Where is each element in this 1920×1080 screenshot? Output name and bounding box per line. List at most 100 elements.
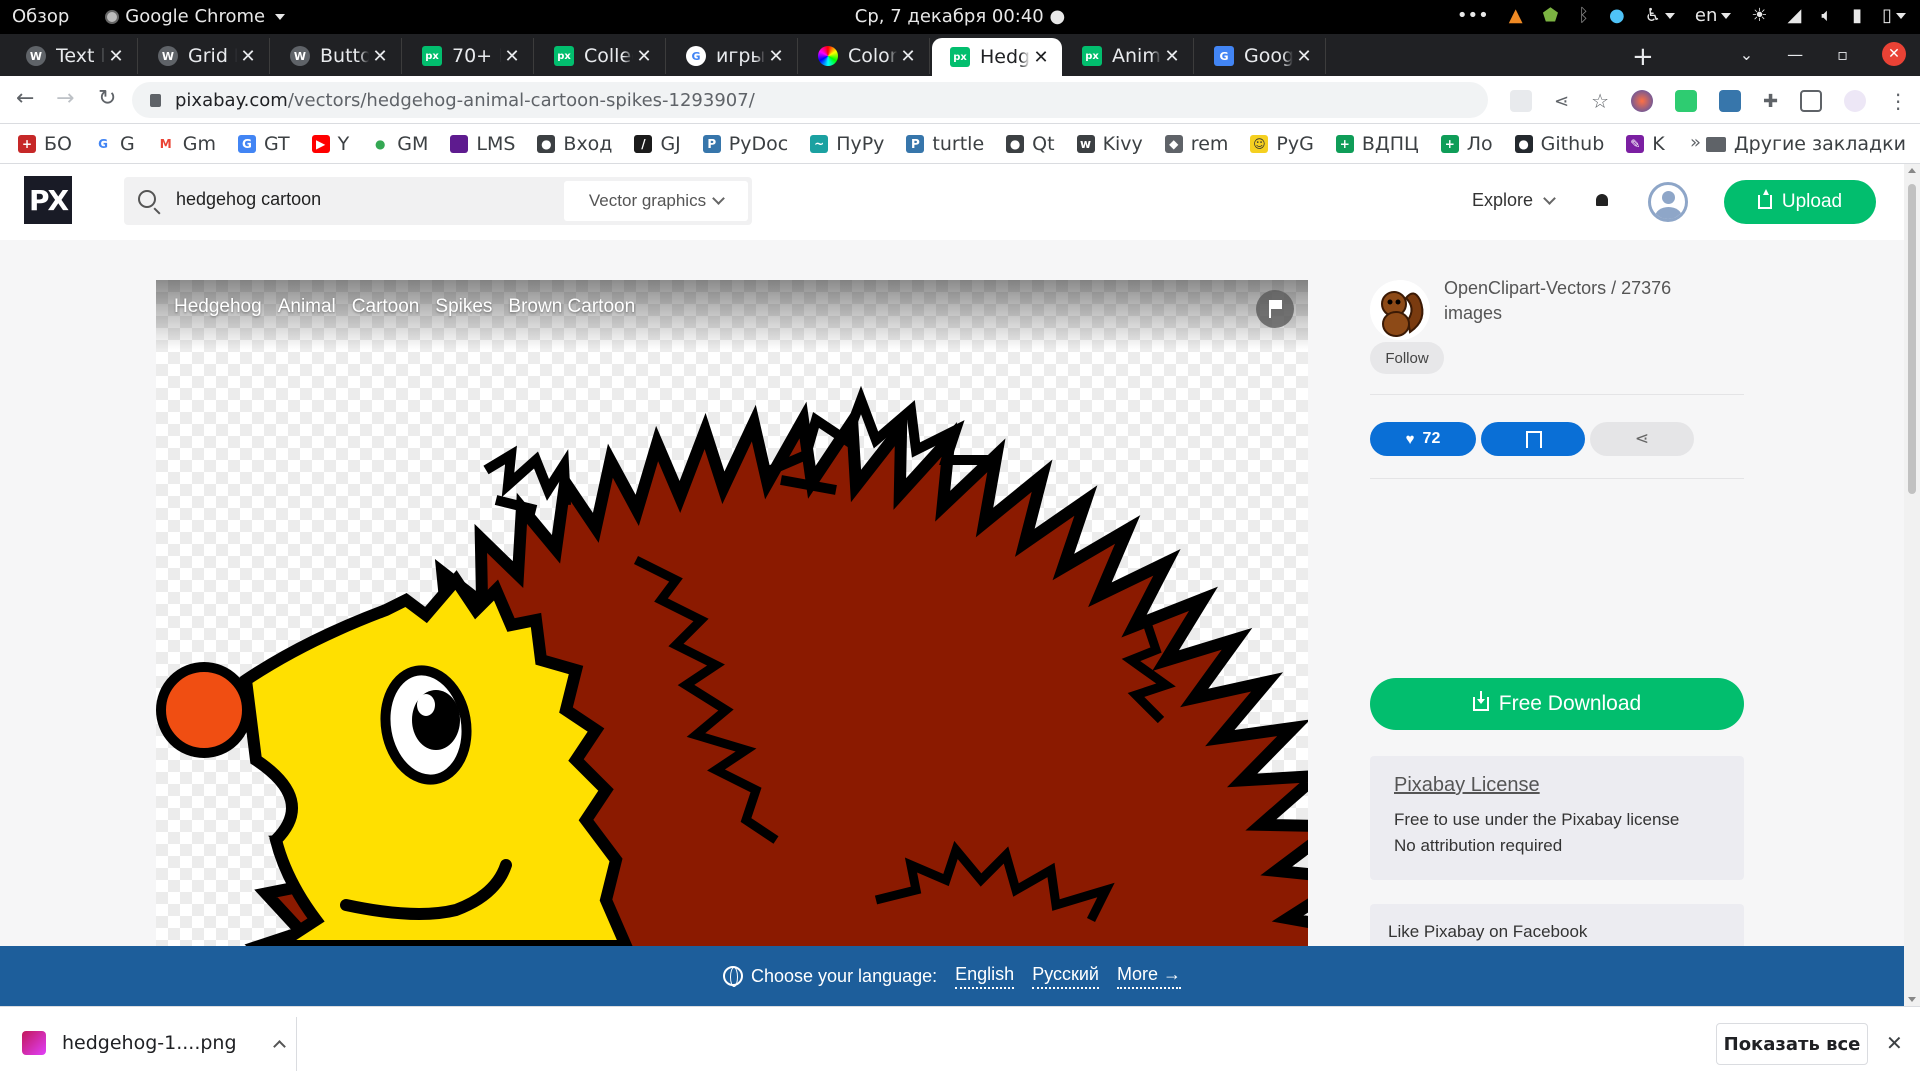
tab-5[interactable]: Gигры для ✕ bbox=[668, 38, 798, 74]
bookmark-item[interactable]: + Ло bbox=[1440, 133, 1493, 155]
bookmark-item[interactable]: ● GM bbox=[371, 133, 428, 155]
explore-menu[interactable]: Explore bbox=[1472, 190, 1556, 211]
bookmark-item[interactable]: ~ ПуPy bbox=[810, 133, 884, 155]
tab-close-icon[interactable]: ✕ bbox=[765, 46, 787, 67]
like-button[interactable]: ♥ 72 bbox=[1370, 422, 1476, 456]
new-tab-button[interactable]: + bbox=[1632, 42, 1654, 72]
tab-3[interactable]: px 70+ Free ✕ bbox=[404, 38, 534, 74]
wifi-icon[interactable]: ◢ bbox=[1788, 5, 1802, 26]
keyboard-layout[interactable]: en bbox=[1695, 5, 1732, 26]
bookmark-item[interactable]: LMS bbox=[450, 133, 515, 155]
update-icon[interactable]: ● bbox=[1609, 5, 1625, 26]
tab-close-icon[interactable]: ✕ bbox=[105, 46, 127, 67]
reload-button[interactable]: ↻ bbox=[98, 86, 116, 111]
bookmark-item[interactable]: M Gm bbox=[156, 133, 216, 155]
tab-close-icon[interactable]: ✕ bbox=[1030, 47, 1052, 68]
tab-4[interactable]: px College C✕ bbox=[536, 38, 666, 74]
tag-link[interactable]: Brown Cartoon bbox=[508, 296, 635, 318]
volume-icon[interactable]: 🔈︎ bbox=[1821, 5, 1832, 26]
tab-close-icon[interactable]: ✕ bbox=[1293, 46, 1315, 67]
tab-2[interactable]: W Button — ✕ bbox=[272, 38, 402, 74]
pixabay-logo[interactable]: PX bbox=[24, 176, 72, 224]
bookmark-item[interactable]: + ВДПЦ bbox=[1335, 133, 1419, 155]
bookmark-item[interactable]: G GT bbox=[237, 133, 290, 155]
bookmark-item[interactable]: ● Github bbox=[1514, 133, 1604, 155]
scroll-up-icon[interactable] bbox=[1908, 168, 1916, 173]
hedgehog-image[interactable]: Hedgehog Animal Cartoon Spikes Brown Cartoon bbox=[156, 280, 1308, 946]
bookmark-button[interactable] bbox=[1481, 422, 1585, 456]
vlc-icon[interactable]: ▲ bbox=[1509, 5, 1523, 26]
battery-icon[interactable]: ▯ bbox=[1882, 5, 1906, 26]
tab-9[interactable]: G Google П✕ bbox=[1196, 38, 1326, 74]
scroll-down-icon[interactable] bbox=[1908, 997, 1916, 1002]
tab-close-icon[interactable]: ✕ bbox=[897, 46, 919, 67]
side-panel-icon[interactable] bbox=[1800, 90, 1823, 112]
bookmark-item[interactable]: P PyDoc bbox=[702, 133, 788, 155]
bookmark-item[interactable]: w Kivy bbox=[1076, 133, 1143, 155]
bookmark-item[interactable]: ☺ PyG bbox=[1250, 133, 1314, 155]
profile-icon[interactable] bbox=[1844, 90, 1867, 112]
show-all-downloads-button[interactable]: Показать все bbox=[1716, 1023, 1868, 1065]
notifications-bell-icon[interactable] bbox=[1596, 194, 1608, 206]
bluetooth-icon[interactable]: ᛒ bbox=[1578, 5, 1589, 26]
page-scrollbar[interactable] bbox=[1904, 164, 1920, 1006]
other-bookmarks-folder[interactable]: Другие закладки bbox=[1705, 133, 1906, 155]
tab-close-icon[interactable]: ✕ bbox=[633, 46, 655, 67]
extensions-puzzle-icon[interactable]: ✚ bbox=[1763, 91, 1778, 112]
language-russian-link[interactable]: Русский bbox=[1032, 964, 1099, 989]
tab-0[interactable]: W Text layout✕ bbox=[8, 38, 138, 74]
search-input[interactable]: hedgehog cartoon bbox=[176, 189, 321, 210]
activities-button[interactable]: Обзор bbox=[12, 6, 69, 27]
bookmark-item[interactable]: ✎ K bbox=[1626, 133, 1665, 155]
microphone-icon[interactable]: ▮ bbox=[1852, 5, 1862, 26]
bookmarks-overflow-button[interactable]: » bbox=[1690, 132, 1701, 153]
lock-icon[interactable] bbox=[150, 93, 161, 107]
tab-1[interactable]: W Grid Layout✕ bbox=[140, 38, 270, 74]
author-name[interactable]: OpenClipart-Vectors / 27376 images bbox=[1444, 276, 1714, 326]
tag-link[interactable]: Hedgehog bbox=[174, 296, 262, 318]
brightness-icon[interactable]: ☀ bbox=[1751, 5, 1767, 26]
tag-link[interactable]: Animal bbox=[278, 296, 336, 318]
tag-link[interactable]: Spikes bbox=[435, 296, 492, 318]
tab-close-icon[interactable]: ✕ bbox=[237, 46, 259, 67]
extension-2-icon[interactable] bbox=[1675, 90, 1698, 112]
search-icon[interactable] bbox=[138, 190, 156, 208]
extension-1-icon[interactable] bbox=[1631, 90, 1654, 112]
free-download-button[interactable]: Free Download bbox=[1370, 678, 1744, 730]
bookmark-item[interactable]: GG bbox=[94, 133, 135, 155]
report-flag-icon[interactable] bbox=[1256, 290, 1294, 328]
tag-link[interactable]: Cartoon bbox=[352, 296, 420, 318]
translate-icon[interactable] bbox=[1510, 90, 1532, 112]
license-link[interactable]: Pixabay License bbox=[1394, 774, 1720, 797]
media-type-select[interactable]: Vector graphics bbox=[564, 181, 748, 221]
accessibility-icon[interactable]: ♿ bbox=[1645, 5, 1675, 26]
tab-close-icon[interactable]: ✕ bbox=[369, 46, 391, 67]
language-english-link[interactable]: English bbox=[955, 964, 1015, 989]
back-button[interactable]: ← bbox=[16, 86, 34, 111]
chevron-up-icon[interactable] bbox=[272, 1039, 286, 1053]
share-button[interactable]: ⋖ bbox=[1590, 422, 1694, 456]
follow-button[interactable]: Follow bbox=[1370, 342, 1444, 374]
bookmark-item[interactable]: ● Вход bbox=[537, 133, 612, 155]
maximize-button[interactable]: ▫ bbox=[1837, 45, 1848, 64]
bookmark-item[interactable]: Pturtle bbox=[906, 133, 984, 155]
bookmark-item[interactable]: ▶ Y bbox=[311, 133, 349, 155]
clock[interactable]: Ср, 7 декабря 00:40 bbox=[855, 6, 1044, 27]
extension-3-icon[interactable] bbox=[1719, 90, 1742, 112]
close-window-button[interactable]: ✕ bbox=[1882, 42, 1906, 66]
close-shelf-icon[interactable]: ✕ bbox=[1886, 1031, 1903, 1055]
forward-button[interactable]: → bbox=[56, 86, 74, 111]
download-item[interactable]: hedgehog-1....png bbox=[22, 1031, 286, 1055]
tab-close-icon[interactable]: ✕ bbox=[1161, 46, 1183, 67]
app-menu[interactable]: Google Chrome bbox=[105, 6, 286, 27]
upload-button[interactable]: Upload bbox=[1724, 180, 1876, 224]
chrome-menu-icon[interactable]: ⋮ bbox=[1888, 89, 1908, 113]
bookmark-item[interactable]: + БО bbox=[18, 133, 72, 155]
minimize-button[interactable]: — bbox=[1787, 45, 1803, 64]
scrollbar-thumb[interactable] bbox=[1908, 184, 1916, 494]
tab-search-icon[interactable]: ⌄ bbox=[1740, 45, 1753, 64]
search-bar[interactable]: hedgehog cartoon Vector graphics bbox=[124, 177, 752, 225]
more-indicators-icon[interactable]: ••• bbox=[1457, 5, 1489, 26]
bookmark-item[interactable]: / GJ bbox=[634, 133, 681, 155]
shield-icon[interactable]: ⬟ bbox=[1543, 5, 1559, 26]
